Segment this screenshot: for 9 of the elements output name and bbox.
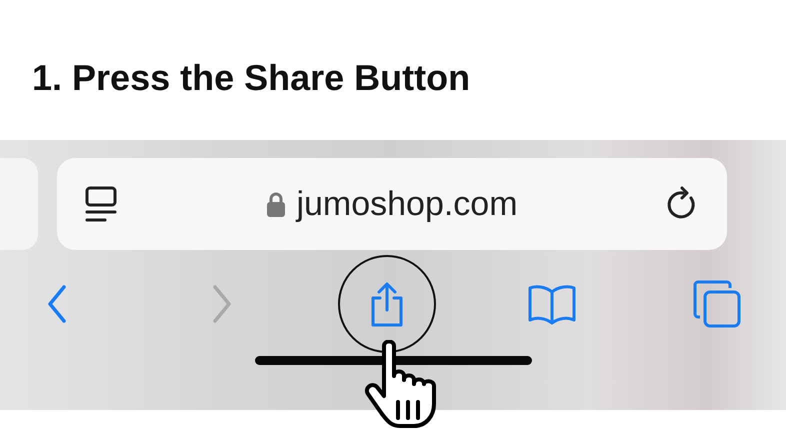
book-icon <box>528 284 576 324</box>
forward-icon <box>213 285 231 323</box>
url-text: jumoshop.com <box>296 184 518 224</box>
back-icon <box>48 285 66 323</box>
share-icon <box>371 282 403 326</box>
tabs-icon <box>693 280 741 328</box>
address-bar[interactable]: jumoshop.com <box>57 158 727 250</box>
step-heading: 1. Press the Share Button <box>32 57 470 99</box>
reader-icon[interactable] <box>83 185 119 223</box>
